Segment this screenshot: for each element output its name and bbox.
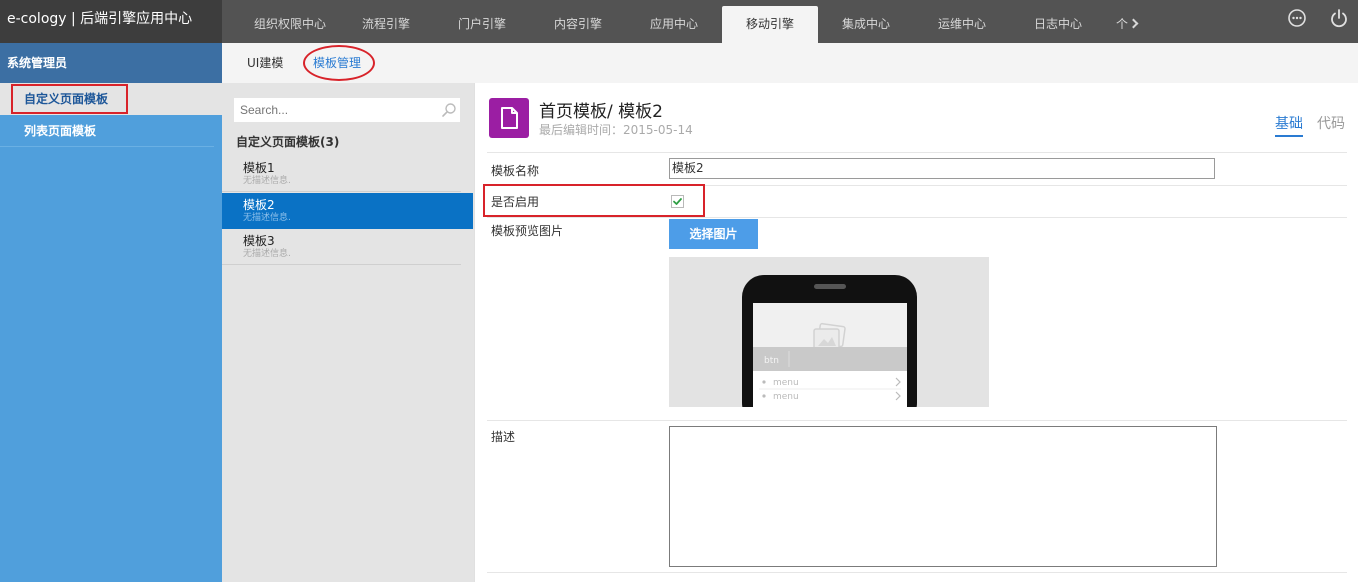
preview-menu-label: menu bbox=[773, 378, 799, 388]
list-title: 自定义页面模板(3) bbox=[236, 135, 340, 149]
sidebar-item-label: 列表页面模板 bbox=[24, 124, 97, 138]
nav-item-app-center[interactable]: 应用中心 bbox=[626, 6, 722, 43]
nav-item-mobile[interactable]: 移动引擎 bbox=[722, 6, 818, 43]
nav-more-label: 个 bbox=[1116, 17, 1129, 31]
tab-ui-modeling[interactable]: UI建模 bbox=[247, 54, 283, 71]
template-name-field[interactable]: 模板2 bbox=[669, 158, 1215, 179]
nav-item-log[interactable]: 日志中心 bbox=[1010, 6, 1106, 43]
sub-tab-bar: UI建模 模板管理 bbox=[222, 43, 1358, 83]
nav-item-integration[interactable]: 集成中心 bbox=[818, 6, 914, 43]
list-item-name: 模板2 bbox=[243, 198, 275, 212]
template-detail: 首页模板/ 模板2 最后编辑时间：2015-05-14 基础 代码 模板名称 模… bbox=[474, 83, 1358, 582]
annotation-highlight-ellipse bbox=[303, 45, 375, 81]
sidebar: 系统管理员 自定义页面模板 列表页面模板 bbox=[0, 43, 222, 582]
phone-mockup-image: btn menu menu bbox=[742, 275, 917, 407]
nav-item-content[interactable]: 内容引擎 bbox=[530, 6, 626, 43]
power-icon[interactable] bbox=[1329, 8, 1349, 28]
description-textarea[interactable] bbox=[669, 426, 1217, 567]
divider bbox=[487, 217, 1347, 218]
preview-image-label: 模板预览图片 bbox=[491, 224, 564, 238]
document-icon bbox=[489, 98, 529, 138]
list-item-desc: 无描述信息. bbox=[243, 213, 291, 223]
description-label: 描述 bbox=[491, 430, 516, 444]
main-nav: 组织权限中心 流程引擎 门户引擎 内容引擎 应用中心 移动引擎 集成中心 运维中… bbox=[242, 6, 1146, 43]
nav-item-portal[interactable]: 门户引擎 bbox=[434, 6, 530, 43]
list-item-template-1[interactable]: 模板1 无描述信息. bbox=[222, 156, 461, 192]
nav-more-button[interactable]: 个 bbox=[1106, 6, 1146, 43]
divider bbox=[487, 152, 1347, 153]
list-item-desc: 无描述信息. bbox=[243, 176, 291, 186]
app-title: e-cology | 后端引擎应用中心 bbox=[0, 0, 222, 43]
preview-menu-label: menu bbox=[773, 392, 799, 402]
list-item-desc: 无描述信息. bbox=[243, 249, 291, 259]
list-item-name: 模板3 bbox=[243, 234, 275, 248]
list-item-template-2[interactable]: 模板2 无描述信息. bbox=[222, 193, 473, 229]
page-title: 首页模板/ 模板2 bbox=[539, 102, 663, 122]
list-item-name: 模板1 bbox=[243, 161, 275, 175]
annotation-highlight-box bbox=[483, 184, 705, 217]
search-icon[interactable] bbox=[441, 102, 457, 118]
select-image-button[interactable]: 选择图片 bbox=[669, 219, 758, 249]
tab-code[interactable]: 代码 bbox=[1317, 113, 1345, 133]
chevron-right-icon bbox=[1128, 18, 1139, 29]
more-options-icon[interactable] bbox=[1287, 8, 1307, 28]
nav-item-ops[interactable]: 运维中心 bbox=[914, 6, 1010, 43]
nav-item-org[interactable]: 组织权限中心 bbox=[242, 6, 338, 43]
template-preview-image: btn menu menu bbox=[669, 257, 989, 407]
last-edited-time: 最后编辑时间：2015-05-14 bbox=[539, 123, 693, 137]
divider bbox=[487, 420, 1347, 421]
preview-btn-label: btn bbox=[764, 356, 779, 366]
list-item-template-3[interactable]: 模板3 无描述信息. bbox=[222, 229, 461, 265]
top-bar: e-cology | 后端引擎应用中心 组织权限中心 流程引擎 门户引擎 内容引… bbox=[0, 0, 1358, 43]
sidebar-item-list-page-template[interactable]: 列表页面模板 bbox=[0, 115, 214, 147]
annotation-highlight-box bbox=[11, 84, 128, 114]
template-list-panel: 自定义页面模板(3) 模板1 无描述信息. 模板2 无描述信息. 模板3 无描述… bbox=[222, 83, 474, 582]
divider bbox=[487, 572, 1347, 573]
template-name-label: 模板名称 bbox=[491, 164, 540, 178]
search-input[interactable] bbox=[234, 98, 460, 122]
sidebar-header: 系统管理员 bbox=[0, 43, 222, 83]
tab-basic[interactable]: 基础 bbox=[1275, 113, 1303, 137]
nav-item-workflow[interactable]: 流程引擎 bbox=[338, 6, 434, 43]
